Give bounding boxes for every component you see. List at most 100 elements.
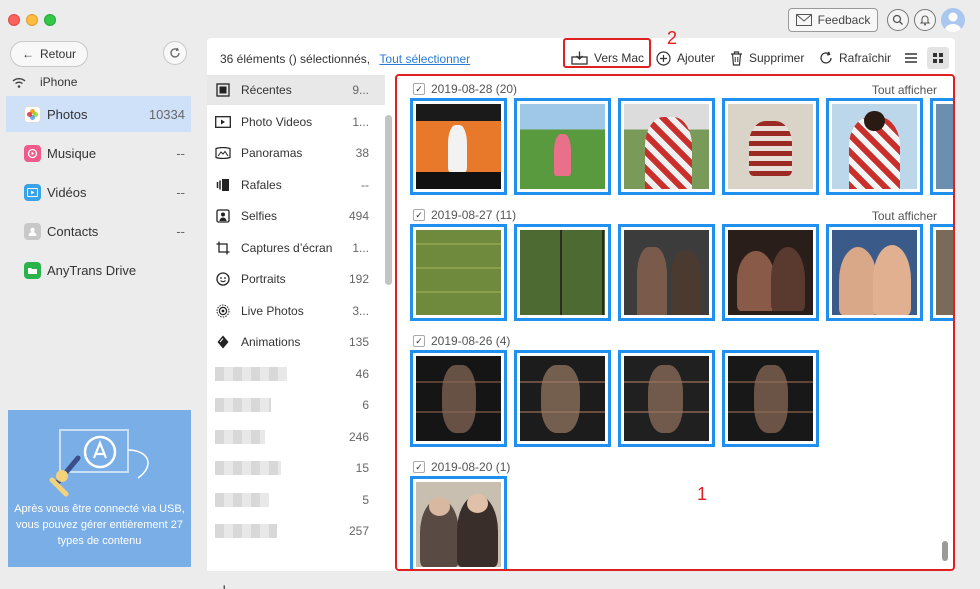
photo-thumbnail[interactable] bbox=[722, 98, 819, 195]
refresh-icon bbox=[820, 51, 832, 64]
group-date-label: 2019-08-26 (4) bbox=[431, 334, 511, 348]
category-count: 257 bbox=[348, 524, 369, 538]
show-all-link[interactable]: Tout afficher bbox=[872, 83, 937, 97]
category-item-animations[interactable]: Animations 135 bbox=[207, 327, 385, 357]
category-item-rafales[interactable]: Rafales -- bbox=[207, 170, 385, 200]
grid-view-icon bbox=[933, 53, 943, 63]
category-label: Selfies bbox=[241, 209, 278, 223]
category-item-portraits[interactable]: Portraits 192 bbox=[207, 264, 385, 294]
grid-view-button[interactable] bbox=[927, 47, 949, 69]
group-checkbox[interactable]: ✓ bbox=[413, 209, 425, 221]
close-window-button[interactable] bbox=[8, 14, 20, 26]
category-count: 5 bbox=[362, 492, 369, 507]
list-view-button[interactable] bbox=[900, 47, 922, 69]
refresh-button[interactable]: Rafraîchir bbox=[819, 46, 891, 70]
selection-count-text: 36 éléments () sélectionnés, bbox=[220, 52, 371, 66]
category-item-album[interactable]: 15 bbox=[207, 453, 385, 483]
sidebar-item-count: 10334 bbox=[148, 106, 185, 122]
title-bar: Feedback bbox=[0, 0, 980, 38]
arrow-left-icon: ← bbox=[21, 47, 34, 61]
photo-thumbnail[interactable] bbox=[618, 98, 715, 195]
category-scrollbar[interactable] bbox=[385, 115, 392, 285]
category-item-album[interactable]: 6 bbox=[207, 390, 385, 420]
photo-group-header[interactable]: ✓ 2019-08-26 (4) bbox=[413, 334, 510, 348]
photos-icon bbox=[24, 105, 41, 123]
selection-status: 36 éléments () sélectionnés, Tout sélect… bbox=[220, 52, 470, 66]
back-button[interactable]: ← Retour bbox=[10, 41, 88, 67]
sidebar: ← Retour iPhone Photos 10334 Musique -- … bbox=[0, 38, 200, 589]
category-item-recentes[interactable]: Récentes 9... bbox=[207, 75, 385, 105]
photo-thumbnail[interactable] bbox=[514, 98, 611, 195]
photo-thumbnail[interactable] bbox=[410, 476, 507, 569]
blurred-album-name bbox=[215, 461, 281, 475]
search-icon[interactable] bbox=[887, 9, 909, 31]
photo-thumbnail[interactable] bbox=[722, 350, 819, 447]
user-avatar-icon[interactable] bbox=[941, 8, 965, 32]
add-circle-icon bbox=[656, 50, 671, 66]
photo-thumbnail[interactable] bbox=[514, 350, 611, 447]
add-album-button[interactable]: + bbox=[219, 580, 230, 589]
sidebar-item-videos[interactable]: Vidéos -- bbox=[6, 174, 191, 210]
device-row[interactable]: iPhone bbox=[12, 75, 77, 89]
zoom-window-button[interactable] bbox=[44, 14, 56, 26]
blurred-album-name bbox=[215, 492, 269, 507]
category-item-album[interactable]: 5 bbox=[207, 485, 385, 515]
add-label: Ajouter bbox=[677, 51, 716, 65]
photo-group-header[interactable]: ✓ 2019-08-27 (11) bbox=[413, 208, 516, 222]
category-count: 46 bbox=[355, 366, 369, 381]
category-count: 38 bbox=[355, 146, 369, 160]
group-date-label: 2019-08-27 (11) bbox=[431, 208, 517, 222]
show-all-link[interactable]: Tout afficher bbox=[872, 209, 937, 223]
category-count: 6 bbox=[362, 398, 369, 412]
mail-icon bbox=[795, 14, 812, 26]
feedback-button[interactable]: Feedback bbox=[788, 8, 878, 32]
notification-bell-icon[interactable] bbox=[914, 9, 936, 31]
category-item-panoramas[interactable]: Panoramas 38 bbox=[207, 138, 385, 168]
group-date-label: 2019-08-20 (1) bbox=[431, 460, 511, 474]
category-item-photo-videos[interactable]: Photo Videos 1... bbox=[207, 107, 385, 137]
sidebar-item-label: Contacts bbox=[47, 223, 99, 239]
photo-thumbnail[interactable] bbox=[618, 350, 715, 447]
category-item-captures[interactable]: Captures d’écran 1... bbox=[207, 233, 385, 263]
group-checkbox[interactable]: ✓ bbox=[413, 461, 425, 473]
photo-thumbnail[interactable] bbox=[410, 98, 507, 195]
photo-thumbnail[interactable] bbox=[410, 350, 507, 447]
photo-grid-panel: ✓ 2019-08-28 (20) Tout afficher ✓ 2019-0… bbox=[395, 74, 955, 571]
select-all-link[interactable]: Tout sélectionner bbox=[379, 52, 470, 66]
category-count: 15 bbox=[355, 461, 369, 475]
group-checkbox[interactable]: ✓ bbox=[413, 83, 425, 95]
photo-thumbnail[interactable] bbox=[722, 224, 819, 321]
category-item-album[interactable]: 257 bbox=[207, 516, 385, 546]
sidebar-item-music[interactable]: Musique -- bbox=[6, 135, 191, 171]
group-checkbox[interactable]: ✓ bbox=[413, 335, 425, 347]
category-count: 1... bbox=[352, 240, 369, 255]
category-label: Rafales bbox=[241, 177, 282, 192]
photo-thumbnail[interactable] bbox=[618, 224, 715, 321]
add-button[interactable]: Ajouter bbox=[656, 46, 715, 70]
photo-thumbnail[interactable] bbox=[826, 224, 923, 321]
photo-group-header[interactable]: ✓ 2019-08-20 (1) bbox=[413, 460, 510, 474]
delete-button[interactable]: Supprimer bbox=[730, 46, 804, 70]
category-item-album[interactable]: 46 bbox=[207, 359, 385, 389]
device-refresh-button[interactable] bbox=[163, 41, 187, 65]
to-mac-label: Vers Mac bbox=[594, 51, 645, 65]
minimize-window-button[interactable] bbox=[26, 14, 38, 26]
category-item-selfies[interactable]: Selfies 494 bbox=[207, 201, 385, 231]
sidebar-item-photos[interactable]: Photos 10334 bbox=[6, 96, 191, 132]
category-item-album[interactable]: 246 bbox=[207, 422, 385, 452]
sidebar-item-anytrans-drive[interactable]: AnyTrans Drive bbox=[6, 252, 191, 288]
category-count: 3... bbox=[352, 303, 369, 318]
to-mac-button[interactable]: Vers Mac bbox=[571, 46, 644, 70]
photo-thumbnail[interactable] bbox=[514, 224, 611, 321]
photo-grid-scrollbar[interactable] bbox=[942, 541, 948, 561]
photo-thumbnail[interactable] bbox=[930, 98, 953, 195]
photo-group-header[interactable]: ✓ 2019-08-28 (20) bbox=[413, 82, 517, 96]
photo-thumbnail[interactable] bbox=[410, 224, 507, 321]
burst-icon bbox=[215, 177, 231, 193]
photo-thumbnail[interactable] bbox=[826, 98, 923, 195]
category-count: 1... bbox=[352, 114, 369, 129]
category-item-live-photos[interactable]: Live Photos 3... bbox=[207, 296, 385, 326]
photo-thumbnail[interactable] bbox=[930, 224, 953, 321]
panorama-icon bbox=[215, 145, 231, 161]
sidebar-item-contacts[interactable]: Contacts -- bbox=[6, 213, 191, 249]
